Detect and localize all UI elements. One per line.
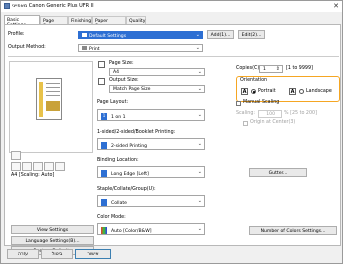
profile-dropdown[interactable]: Default Settings ⌄ — [78, 31, 203, 39]
output-method-dropdown[interactable]: Print ⌄ — [78, 44, 203, 52]
scaling-value: 100 — [266, 112, 275, 117]
close-icon[interactable]: ✕ — [333, 2, 339, 10]
page-size-dropdown[interactable]: A4 ⌄ — [109, 68, 205, 76]
portrait-icon: A — [241, 88, 248, 95]
paper-icon[interactable] — [11, 162, 21, 171]
orientation-group: Orientation A Portrait A Landscape — [236, 76, 340, 102]
profile-value: Default Settings — [89, 34, 127, 39]
page-preview — [9, 61, 93, 153]
output-size-dropdown[interactable]: Match Page Size ⌄ — [109, 85, 205, 93]
landscape-label: Landscape — [306, 89, 332, 94]
window-title: מאפייני Canon Generic Plus UFR II — [12, 3, 94, 9]
duplex-mode-icon — [101, 142, 107, 149]
chevron-down-icon: ⌄ — [197, 141, 202, 147]
chevron-down-icon: ⌄ — [197, 69, 202, 75]
staple-icon[interactable] — [33, 162, 43, 171]
ok-button[interactable]: אישור — [75, 249, 111, 259]
info-icon[interactable] — [55, 162, 65, 171]
color-icon[interactable] — [44, 162, 54, 171]
collate-icon — [101, 199, 107, 206]
manual-scaling-label: Manual Scaling — [243, 100, 280, 105]
staple-value: Collate — [111, 201, 128, 206]
output-method-value: Print — [89, 47, 100, 52]
color-mode-icon — [101, 227, 107, 234]
help-button[interactable]: עזרה — [7, 249, 39, 259]
chevron-down-icon: ⌄ — [195, 32, 200, 38]
duplex-icon[interactable] — [22, 162, 32, 171]
origin-center-label: Origin at Center(3) — [250, 120, 296, 125]
output-size-value: Match Page Size — [113, 87, 151, 92]
page-size-label: Page Size: — [109, 61, 134, 66]
output-method-label: Output Method: — [8, 45, 46, 50]
preview-page-icon — [36, 78, 62, 120]
color-mode-label: Color Mode: — [97, 215, 126, 220]
chevron-down-icon: ⌄ — [195, 45, 200, 51]
chevron-down-icon: ⌄ — [197, 198, 202, 204]
page-size-value: A4 — [113, 70, 120, 75]
output-size-label: Output Size: — [109, 78, 139, 83]
copies-value: 1 — [263, 67, 266, 72]
profile-add-button[interactable]: Add(1)... — [207, 30, 234, 39]
gutter-button[interactable]: Gutter... — [249, 168, 307, 177]
preview-caption: A4 [Scaling: Auto] — [11, 173, 55, 178]
print-mode-dropdown[interactable]: 2-sided Printing ⌄ — [97, 138, 205, 150]
language-settings-button[interactable]: Language Settings(B)... — [11, 236, 94, 245]
chevron-down-icon: ⌄ — [197, 86, 202, 92]
profile-edit-button[interactable]: Edit(2)... — [238, 30, 265, 39]
output-size-icon — [98, 78, 105, 85]
color-mode-value: Auto [Color/B&W] — [111, 229, 152, 234]
binding-icon — [101, 170, 107, 177]
page-layout-value: 1 on 1 — [111, 115, 126, 120]
binding-dropdown[interactable]: Long Edge [Left] ⌄ — [97, 166, 205, 178]
scaling-input[interactable]: 100 — [258, 110, 282, 118]
profile-icon — [82, 33, 87, 37]
title-bar: מאפייני Canon Generic Plus UFR II ✕ — [1, 1, 342, 12]
landscape-icon: A — [289, 88, 296, 95]
copies-label: Copies(C): — [236, 66, 261, 71]
scaling-label: Scaling: — [236, 111, 255, 116]
separator — [8, 56, 339, 57]
print-mode-label: 1-sided/2-sided/Booklet Printing: — [97, 130, 176, 135]
print-mode-value: 2-sided Printing — [111, 144, 148, 149]
binding-label: Binding Location: — [97, 158, 139, 163]
page-layout-icon: 1 — [101, 113, 107, 120]
chevron-down-icon: ⌄ — [197, 112, 202, 118]
page-layout-dropdown[interactable]: 1 1 on 1 ⌄ — [97, 109, 205, 121]
number-of-colors-button[interactable]: Number of Colors Settings... — [249, 226, 337, 235]
chevron-down-icon: ⌄ — [197, 226, 202, 232]
portrait-radio[interactable] — [251, 89, 256, 94]
spinner-icon: ⇕ — [275, 66, 280, 72]
page-layout-label: Page Layout: — [97, 100, 129, 105]
manual-scaling-checkbox[interactable] — [236, 101, 241, 106]
landscape-radio[interactable] — [299, 89, 304, 94]
copies-input[interactable]: 1 ⇕ — [259, 65, 283, 73]
scaling-unit: % [25 to 200] — [284, 111, 317, 116]
page-size-icon — [98, 61, 105, 68]
basic-settings-panel: Profile: Default Settings ⌄ Add(1)... Ed… — [4, 24, 341, 255]
staple-dropdown[interactable]: Collate ⌄ — [97, 195, 205, 207]
binding-value: Long Edge [Left] — [111, 172, 149, 177]
printer-preview-icon — [11, 151, 21, 160]
view-settings-button[interactable]: View Settings — [11, 225, 94, 234]
printer-properties-window: מאפייני Canon Generic Plus UFR II ✕ Basi… — [0, 0, 343, 264]
portrait-label: Portrait — [258, 89, 276, 94]
printer-icon — [4, 3, 10, 9]
cancel-button[interactable]: ביטול — [41, 249, 73, 259]
print-icon — [82, 46, 87, 50]
orientation-label: Orientation — [240, 78, 268, 83]
profile-label: Profile: — [8, 32, 25, 37]
copies-range: [1 to 9999] — [286, 66, 313, 71]
color-mode-dropdown[interactable]: Auto [Color/B&W] ⌄ — [97, 223, 205, 235]
origin-center-checkbox[interactable] — [243, 121, 248, 126]
staple-label: Staple/Collate/Group(U): — [97, 187, 156, 192]
chevron-down-icon: ⌄ — [197, 169, 202, 175]
